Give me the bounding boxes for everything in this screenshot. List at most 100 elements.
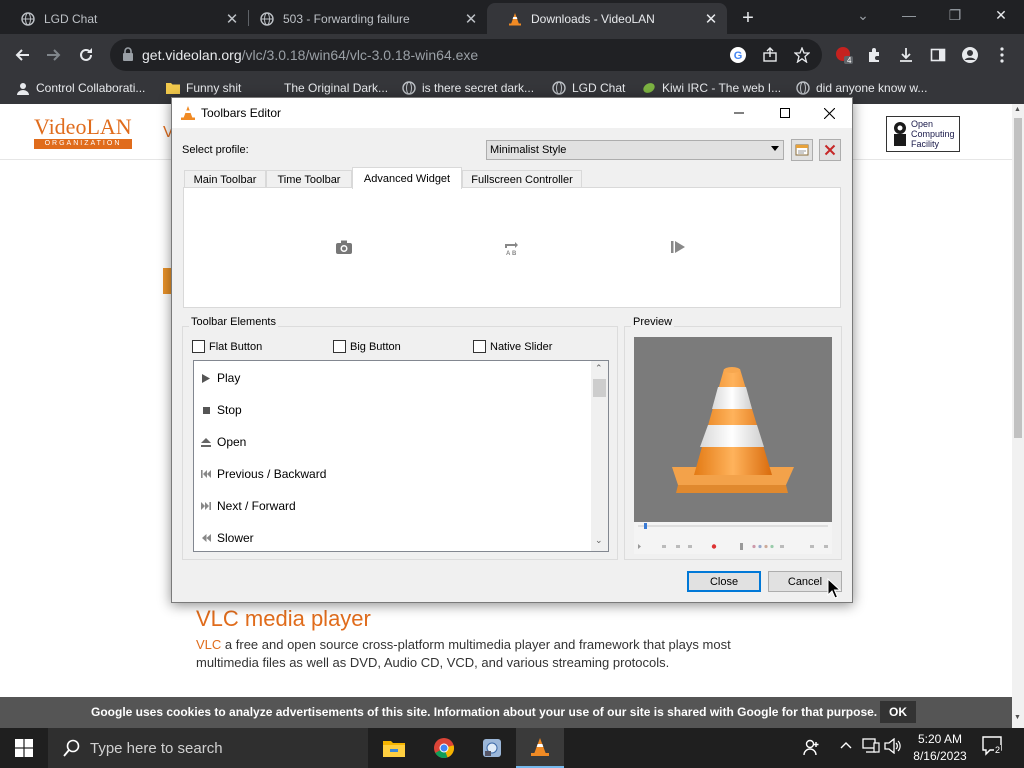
address-bar[interactable]: get.videolan.org/vlc/3.0.18/win64/vlc-3.… <box>110 39 822 71</box>
toolbar-elements-label: Toolbar Elements <box>189 316 278 328</box>
lock-icon <box>122 47 134 64</box>
url-path: /vlc/3.0.18/win64/vlc-3.0.18-win64.exe <box>241 47 479 63</box>
menu-dots-icon[interactable] <box>988 41 1016 69</box>
system-clock[interactable]: 5:20 AM 8/16/2023 <box>906 731 974 765</box>
list-scrollbar[interactable]: ⌃ ⌄ <box>591 361 608 551</box>
back-arrow-icon <box>15 49 29 61</box>
checkbox-box[interactable] <box>473 340 486 353</box>
network-icon[interactable] <box>862 738 880 757</box>
open-computing-facility-logo[interactable]: Open Computing Facility <box>886 116 960 152</box>
tab-advanced-widget[interactable]: Advanced Widget <box>352 167 462 189</box>
extension-badge-button[interactable]: 4 <box>830 41 858 69</box>
share-icon[interactable] <box>760 45 780 65</box>
tab-forwarding-failure[interactable]: 503 - Forwarding failure ✕ <box>239 3 487 34</box>
download-icon[interactable] <box>892 41 920 69</box>
dialog-maximize-button[interactable] <box>762 98 808 128</box>
big-button-checkbox[interactable]: Big Button <box>333 340 401 353</box>
ocf-line: Open <box>911 119 934 129</box>
scroll-up-icon[interactable]: ▲ <box>1014 106 1021 113</box>
advanced-widget-pane[interactable]: AB <box>183 187 841 308</box>
list-item[interactable]: Stop <box>194 394 592 426</box>
preview-area <box>634 337 832 554</box>
vlc-cone-icon[interactable] <box>516 728 564 768</box>
profile-select-value: Minimalist Style <box>490 144 567 156</box>
vlc-link[interactable]: VLC <box>196 637 221 652</box>
url-text[interactable]: get.videolan.org/vlc/3.0.18/win64/vlc-3.… <box>142 47 478 63</box>
bookmark-original-dark[interactable]: The Original Dark... <box>264 81 388 95</box>
stop-icon <box>201 406 211 414</box>
chevron-up-icon[interactable]: ⌃ <box>595 363 603 374</box>
scroll-down-icon[interactable]: ▼ <box>1014 714 1021 721</box>
back-button[interactable] <box>8 41 36 69</box>
forward-button[interactable] <box>40 41 68 69</box>
dialog-minimize-button[interactable] <box>716 98 762 128</box>
bookmark-secret-dark[interactable]: is there secret dark... <box>402 81 534 95</box>
tab-close-icon[interactable]: ✕ <box>461 9 481 29</box>
google-icon[interactable]: G <box>728 45 748 65</box>
people-icon[interactable] <box>802 738 820 759</box>
bookmark-control-collaboration[interactable]: Control Collaborati... <box>16 81 145 95</box>
delete-profile-button[interactable] <box>819 139 841 161</box>
scroll-thumb[interactable] <box>1014 118 1022 438</box>
close-button[interactable]: Close <box>687 571 761 592</box>
chevron-down-icon[interactable]: ⌄ <box>595 535 603 546</box>
videolan-logo[interactable]: VideoLAN ORGANIZATION <box>34 116 132 152</box>
show-hidden-icons-chevron-icon[interactable] <box>840 738 852 757</box>
flat-button-checkbox[interactable]: Flat Button <box>192 340 262 353</box>
tab-lgd-chat[interactable]: LGD Chat ✕ <box>0 3 248 34</box>
list-item-label: Stop <box>217 403 242 417</box>
bookmark-lgd-chat[interactable]: LGD Chat <box>552 81 625 95</box>
frame-by-frame-icon[interactable] <box>669 238 687 256</box>
mouse-cursor-icon <box>827 578 841 599</box>
checkbox-box[interactable] <box>333 340 346 353</box>
tab-search-icon[interactable]: ⌄ <box>840 0 886 30</box>
list-item-label: Next / Forward <box>217 499 296 513</box>
vlc-cone-icon <box>672 367 794 493</box>
bookmark-funny[interactable]: Funny shit <box>166 81 241 95</box>
chrome-icon[interactable] <box>420 728 468 768</box>
bookmark-label: is there secret dark... <box>422 81 535 95</box>
list-item[interactable]: Play <box>194 362 592 394</box>
file-explorer-icon[interactable] <box>370 728 418 768</box>
preview-video <box>634 337 832 522</box>
start-button[interactable] <box>0 728 48 768</box>
new-tab-button[interactable]: + <box>736 6 760 30</box>
bookmark-star-icon[interactable] <box>792 45 812 65</box>
tab-close-icon[interactable]: ✕ <box>701 9 721 29</box>
bookmark-label: did anyone know w... <box>816 81 928 95</box>
new-profile-button[interactable] <box>791 139 813 161</box>
checkbox-box[interactable] <box>192 340 205 353</box>
cookie-ok-button[interactable]: OK <box>880 701 916 723</box>
page-scrollbar[interactable]: ▲ ▼ <box>1012 104 1024 728</box>
list-item[interactable]: Next / Forward <box>194 490 592 522</box>
native-slider-checkbox[interactable]: Native Slider <box>473 340 552 353</box>
bookmark-did-anyone[interactable]: did anyone know w... <box>796 81 927 95</box>
list-item[interactable]: Previous / Backward <box>194 458 592 490</box>
profile-avatar-icon[interactable] <box>956 41 984 69</box>
dialog-close-button[interactable] <box>806 98 852 128</box>
list-item[interactable]: Open <box>194 426 592 458</box>
profile-select[interactable]: Minimalist Style <box>486 140 784 160</box>
tab-downloads-videolan[interactable]: Downloads - VideoLAN ✕ <box>487 3 727 34</box>
list-item[interactable]: Slower <box>194 522 592 551</box>
close-window-button[interactable]: ✕ <box>978 0 1024 30</box>
minimize-button[interactable]: — <box>886 0 932 30</box>
side-panel-icon[interactable] <box>924 41 952 69</box>
list-scroll-thumb[interactable] <box>593 379 606 397</box>
taskbar-search-box[interactable]: Type here to search <box>48 728 368 768</box>
dialog-titlebar[interactable]: Toolbars Editor <box>172 98 852 128</box>
kiwi-icon <box>642 81 656 95</box>
next-icon <box>201 502 211 510</box>
bookmark-kiwi-irc[interactable]: Kiwi IRC - The web I... <box>642 81 781 95</box>
snapshot-icon[interactable] <box>335 238 353 256</box>
reload-button[interactable] <box>72 41 100 69</box>
network-app-icon[interactable] <box>468 728 516 768</box>
toolbar-elements-list[interactable]: Play Stop Open Previous / Backward Next … <box>193 360 609 552</box>
ab-loop-icon[interactable]: AB <box>502 238 520 256</box>
extensions-puzzle-icon[interactable] <box>860 41 888 69</box>
cookie-banner: Google uses cookies to analyze advertise… <box>0 697 1012 728</box>
notification-center-button[interactable]: 2 <box>982 736 1006 760</box>
volume-icon[interactable] <box>884 737 902 757</box>
restore-button[interactable]: ❐ <box>932 0 978 30</box>
globe-icon <box>20 11 36 27</box>
